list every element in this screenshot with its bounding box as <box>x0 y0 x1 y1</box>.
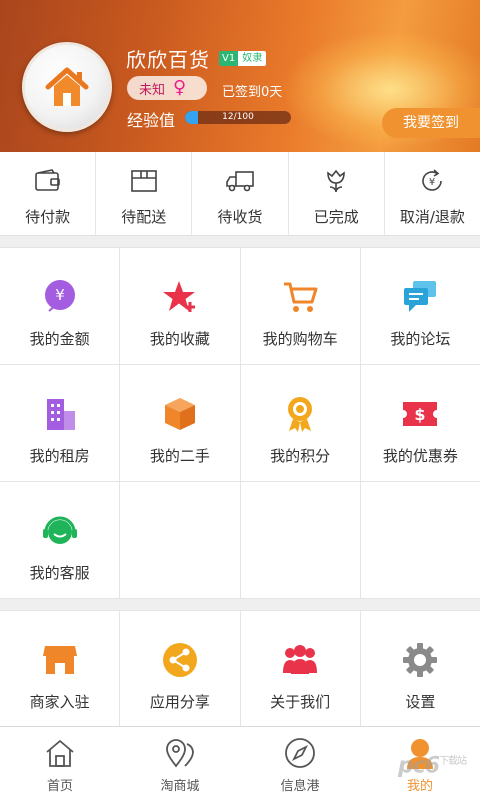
feature-customer-service[interactable]: 我的客服 <box>0 482 120 598</box>
tab-label: 首页 <box>46 779 73 794</box>
menu-label: 商家入驻 <box>29 693 90 711</box>
money-icon: ¥ <box>41 278 79 316</box>
feature-label: 我的购物车 <box>262 330 338 348</box>
signed-days: 已签到0天 <box>222 85 283 100</box>
order-label: 待配送 <box>121 208 167 226</box>
feature-label: 我的论坛 <box>390 330 451 348</box>
medal-icon <box>281 395 319 433</box>
level-number: V1 <box>219 51 239 66</box>
exp-label: 经验值 <box>127 111 176 130</box>
about-us[interactable]: 关于我们 <box>240 611 360 726</box>
order-pending-delivery[interactable]: 待配送 <box>96 152 193 235</box>
watermark: pc6下载站 <box>398 752 467 779</box>
box-icon <box>161 395 199 433</box>
order-refund[interactable]: ¥ 取消/退款 <box>385 152 480 235</box>
level-badge: V1 奴隶 <box>219 51 267 66</box>
level-name: 奴隶 <box>238 51 267 66</box>
feature-my-rental[interactable]: 我的租房 <box>0 365 120 481</box>
feature-my-favorites[interactable]: 我的收藏 <box>120 248 240 364</box>
female-icon: ♀ <box>173 77 187 98</box>
refund-icon: ¥ <box>422 169 443 191</box>
chat-icon <box>401 278 439 316</box>
feature-label: 我的积分 <box>270 447 331 465</box>
tab-mall[interactable]: 淘商城 <box>120 727 240 800</box>
app-share[interactable]: 应用分享 <box>120 611 240 726</box>
settings-grid: 商家入驻 应用分享 关于我们 设置 <box>0 610 480 727</box>
signin-button[interactable]: 我要签到 <box>382 108 480 138</box>
gender-label: 未知 <box>139 82 166 98</box>
feature-grid: ¥ 我的金额 我的收藏 我的购物车 我的论坛 我的租房 我的二手 我的积分 $ … <box>0 247 480 599</box>
feature-my-points[interactable]: 我的积分 <box>240 365 360 481</box>
order-label: 待收货 <box>217 208 263 226</box>
menu-label: 关于我们 <box>270 693 331 711</box>
truck-icon <box>226 171 254 192</box>
feature-my-forum[interactable]: 我的论坛 <box>360 248 480 364</box>
exp-progress-bar: 12/100 <box>185 111 291 124</box>
location-icon <box>162 735 198 771</box>
share-icon <box>161 641 199 679</box>
home-icon <box>42 735 78 771</box>
svg-text:$: $ <box>415 405 426 424</box>
shop-name: 欣欣百货 <box>126 48 210 72</box>
avatar[interactable] <box>22 42 112 132</box>
empty-cell <box>360 482 480 598</box>
svg-text:¥: ¥ <box>429 177 435 188</box>
order-label: 已完成 <box>313 208 359 226</box>
coupon-icon: $ <box>401 395 439 433</box>
feature-label: 我的优惠券 <box>382 447 458 465</box>
profile-header: 欣欣百货 V1 奴隶 未知 ♀ 已签到0天 经验值 12/100 我要签到 <box>0 0 480 152</box>
tulip-icon <box>327 169 346 193</box>
gender-badge: 未知 ♀ <box>127 76 207 100</box>
tab-label: 淘商城 <box>160 779 200 794</box>
menu-label: 设置 <box>405 693 436 711</box>
order-pending-payment[interactable]: 待付款 <box>0 152 97 235</box>
watermark-suffix: 下载站 <box>439 756 467 767</box>
feature-my-balance[interactable]: ¥ 我的金额 <box>0 248 120 364</box>
order-completed[interactable]: 已完成 <box>289 152 385 235</box>
feature-label: 我的金额 <box>29 330 90 348</box>
star-icon <box>161 278 199 316</box>
cart-icon <box>281 278 319 316</box>
merchant-join[interactable]: 商家入驻 <box>0 611 120 726</box>
people-icon <box>281 641 319 679</box>
feature-label: 我的客服 <box>29 564 90 582</box>
feature-label: 我的租房 <box>29 447 90 465</box>
svg-text:¥: ¥ <box>55 286 65 304</box>
feature-my-cart[interactable]: 我的购物车 <box>240 248 360 364</box>
compass-icon <box>282 735 318 771</box>
tab-label: 信息港 <box>280 779 320 794</box>
tab-home[interactable]: 首页 <box>0 727 120 800</box>
headset-icon <box>41 512 79 550</box>
feature-label: 我的二手 <box>149 447 210 465</box>
home-avatar-icon <box>45 67 89 106</box>
order-status-bar: 待付款 待配送 待收货 已完成 ¥ 取消/退款 <box>0 152 480 236</box>
settings[interactable]: 设置 <box>360 611 480 726</box>
feature-my-secondhand[interactable]: 我的二手 <box>120 365 240 481</box>
watermark-text: pc6 <box>398 753 440 779</box>
gear-icon <box>401 641 439 679</box>
feature-my-coupons[interactable]: $ 我的优惠券 <box>360 365 480 481</box>
exp-progress-text: 12/100 <box>222 112 254 122</box>
tab-info[interactable]: 信息港 <box>240 727 360 800</box>
feature-label: 我的收藏 <box>149 330 210 348</box>
empty-cell <box>120 482 240 598</box>
building-icon <box>41 395 79 433</box>
empty-cell <box>240 482 360 598</box>
store-icon <box>41 641 79 679</box>
order-pending-receipt[interactable]: 待收货 <box>192 152 289 235</box>
menu-label: 应用分享 <box>149 693 210 711</box>
wallet-icon <box>34 169 60 191</box>
order-label: 取消/退款 <box>399 208 465 226</box>
order-label: 待付款 <box>25 208 71 226</box>
package-icon <box>130 170 157 192</box>
